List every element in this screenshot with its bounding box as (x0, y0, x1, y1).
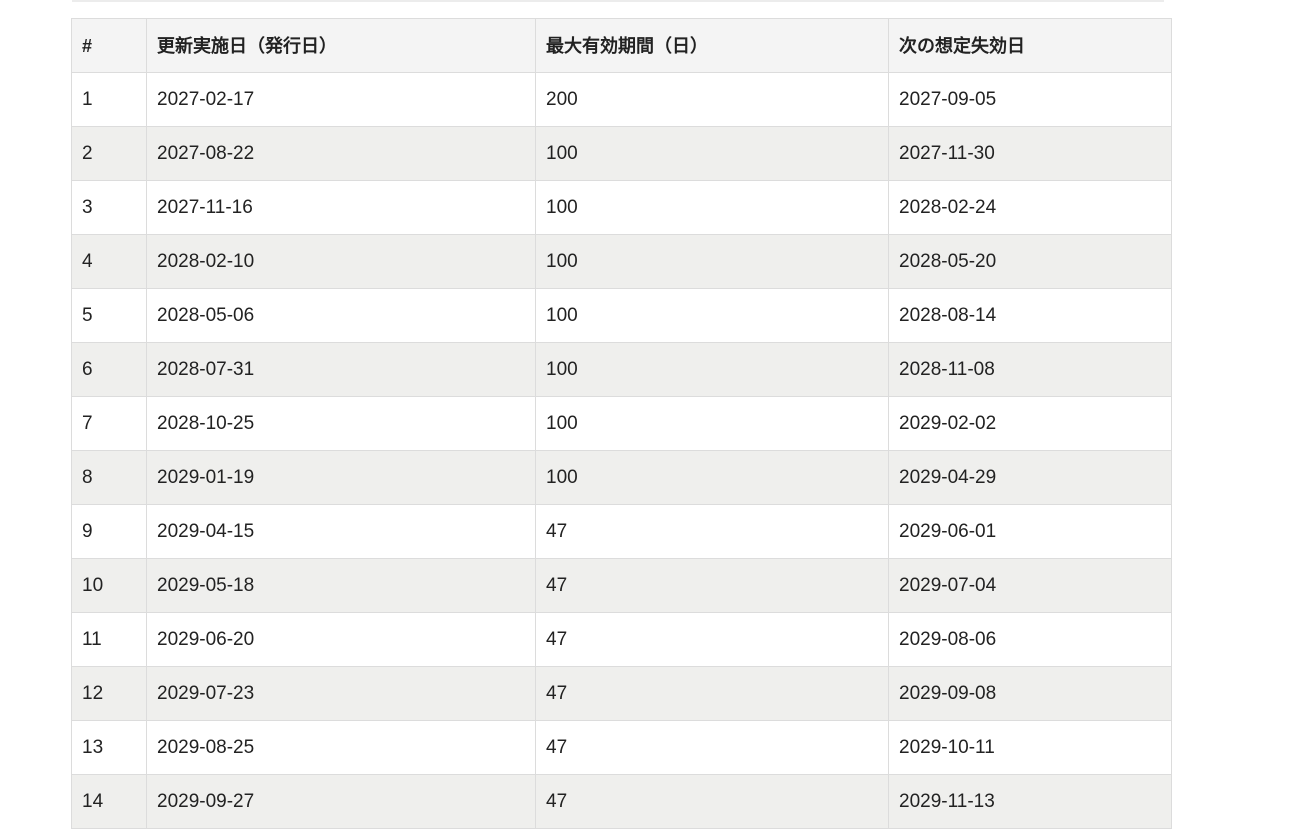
cell-expiry-date: 2028-02-24 (888, 180, 1172, 235)
cell-index: 14 (71, 774, 147, 829)
cell-max-validity: 100 (535, 450, 889, 505)
cell-max-validity: 100 (535, 288, 889, 343)
cell-renewal-date: 2029-04-15 (146, 504, 536, 559)
header-expiry-date: 次の想定失効日 (888, 18, 1172, 73)
table-body: 1 2027-02-17 200 2027-09-05 2 2027-08-22 100 20… (71, 72, 1172, 829)
cell-renewal-date: 2029-06-20 (146, 612, 536, 667)
table-row: 11 2029-06-20 47 2029-08-06 (71, 612, 1172, 667)
cell-expiry-date: 2027-09-05 (888, 72, 1172, 127)
table-row: 5 2028-05-06 100 2028-08-14 (71, 288, 1172, 343)
cell-index: 1 (71, 72, 147, 127)
cell-index: 12 (71, 666, 147, 721)
cell-expiry-date: 2029-02-02 (888, 396, 1172, 451)
cell-max-validity: 47 (535, 774, 889, 829)
header-index: # (71, 18, 147, 73)
cell-index: 11 (71, 612, 147, 667)
cell-expiry-date: 2029-11-13 (888, 774, 1172, 829)
cell-expiry-date: 2029-07-04 (888, 558, 1172, 613)
cell-max-validity: 100 (535, 126, 889, 181)
cell-expiry-date: 2029-08-06 (888, 612, 1172, 667)
cell-expiry-date: 2028-08-14 (888, 288, 1172, 343)
cell-index: 6 (71, 342, 147, 397)
cell-max-validity: 47 (535, 612, 889, 667)
table-row: 3 2027-11-16 100 2028-02-24 (71, 180, 1172, 235)
header-renewal-date: 更新実施日（発行日） (146, 18, 536, 73)
table-row: 8 2029-01-19 100 2029-04-29 (71, 450, 1172, 505)
table-row: 9 2029-04-15 47 2029-06-01 (71, 504, 1172, 559)
cell-index: 9 (71, 504, 147, 559)
table-row: 7 2028-10-25 100 2029-02-02 (71, 396, 1172, 451)
cell-max-validity: 200 (535, 72, 889, 127)
cell-index: 2 (71, 126, 147, 181)
cell-index: 10 (71, 558, 147, 613)
table-row: 14 2029-09-27 47 2029-11-13 (71, 774, 1172, 829)
cell-renewal-date: 2028-10-25 (146, 396, 536, 451)
table-row: 10 2029-05-18 47 2029-07-04 (71, 558, 1172, 613)
table-row: 4 2028-02-10 100 2028-05-20 (71, 234, 1172, 289)
cell-renewal-date: 2029-09-27 (146, 774, 536, 829)
cell-expiry-date: 2027-11-30 (888, 126, 1172, 181)
cell-renewal-date: 2028-07-31 (146, 342, 536, 397)
cell-index: 3 (71, 180, 147, 235)
cell-renewal-date: 2029-01-19 (146, 450, 536, 505)
cell-expiry-date: 2029-10-11 (888, 720, 1172, 775)
renewal-schedule-table: # 更新実施日（発行日） 最大有効期間（日） 次の想定失効日 1 2027-02-… (71, 18, 1172, 829)
cell-renewal-date: 2029-08-25 (146, 720, 536, 775)
cell-max-validity: 100 (535, 396, 889, 451)
cell-renewal-date: 2027-02-17 (146, 72, 536, 127)
cell-index: 8 (71, 450, 147, 505)
cell-index: 13 (71, 720, 147, 775)
cell-renewal-date: 2029-07-23 (146, 666, 536, 721)
table-row: 1 2027-02-17 200 2027-09-05 (71, 72, 1172, 127)
header-max-validity: 最大有効期間（日） (535, 18, 889, 73)
cell-index: 7 (71, 396, 147, 451)
table-row: 6 2028-07-31 100 2028-11-08 (71, 342, 1172, 397)
cell-max-validity: 47 (535, 720, 889, 775)
cell-renewal-date: 2028-05-06 (146, 288, 536, 343)
table-row: 12 2029-07-23 47 2029-09-08 (71, 666, 1172, 721)
cell-max-validity: 100 (535, 234, 889, 289)
cell-expiry-date: 2029-06-01 (888, 504, 1172, 559)
cell-max-validity: 100 (535, 342, 889, 397)
cell-expiry-date: 2028-05-20 (888, 234, 1172, 289)
table-row: 13 2029-08-25 47 2029-10-11 (71, 720, 1172, 775)
cell-index: 4 (71, 234, 147, 289)
renewal-schedule-table-container: # 更新実施日（発行日） 最大有効期間（日） 次の想定失効日 1 2027-02-… (71, 18, 1172, 829)
cell-max-validity: 100 (535, 180, 889, 235)
cell-renewal-date: 2027-11-16 (146, 180, 536, 235)
cell-expiry-date: 2029-04-29 (888, 450, 1172, 505)
cell-max-validity: 47 (535, 504, 889, 559)
cell-max-validity: 47 (535, 558, 889, 613)
header-row: # 更新実施日（発行日） 最大有効期間（日） 次の想定失効日 (71, 18, 1172, 73)
cell-index: 5 (71, 288, 147, 343)
cell-expiry-date: 2028-11-08 (888, 342, 1172, 397)
cell-renewal-date: 2027-08-22 (146, 126, 536, 181)
cell-renewal-date: 2028-02-10 (146, 234, 536, 289)
cell-renewal-date: 2029-05-18 (146, 558, 536, 613)
table-header: # 更新実施日（発行日） 最大有効期間（日） 次の想定失効日 (71, 18, 1172, 73)
cell-max-validity: 47 (535, 666, 889, 721)
previous-section-edge (72, 0, 1164, 2)
cell-expiry-date: 2029-09-08 (888, 666, 1172, 721)
table-row: 2 2027-08-22 100 2027-11-30 (71, 126, 1172, 181)
